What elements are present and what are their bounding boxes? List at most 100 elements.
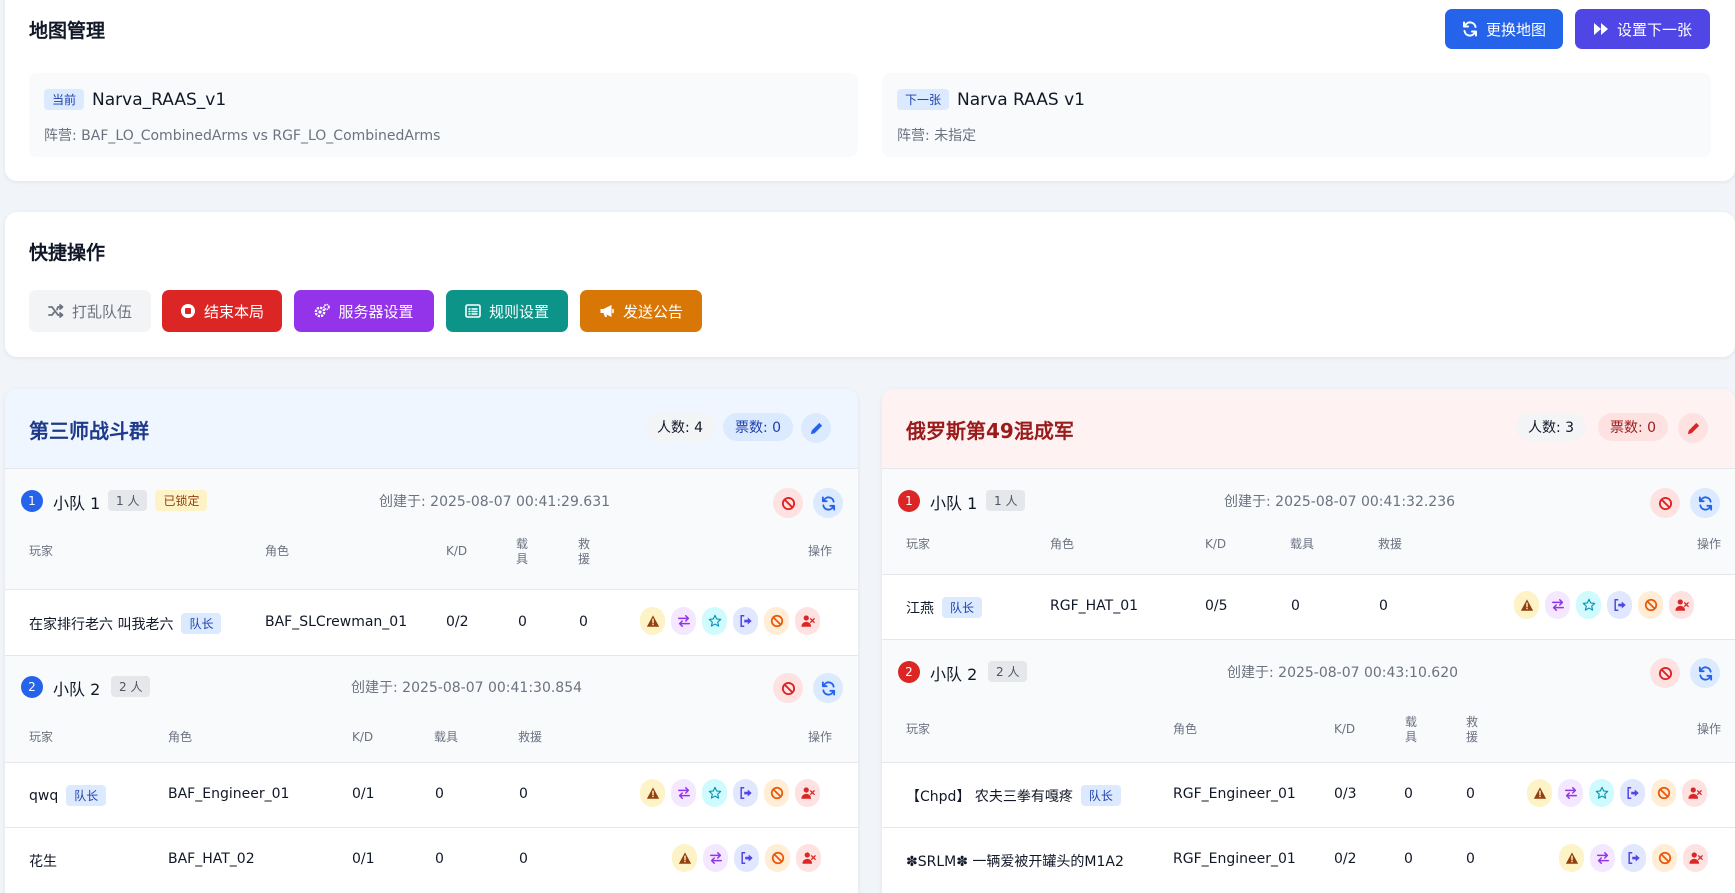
warn-player-button[interactable] [672, 844, 697, 872]
team-2-header: 俄罗斯第49混成军 人数: 3 票数: 0 [882, 389, 1735, 469]
disband-squad-button[interactable] [773, 488, 803, 518]
promote-button[interactable] [702, 779, 727, 807]
user-times-icon [1688, 786, 1702, 800]
team-1-squad-1: 1 小队 1 1 人 已锁定 创建于: 2025-08-07 00:41:29.… [5, 469, 858, 589]
move-squad-button[interactable] [734, 844, 759, 872]
bullhorn-icon [599, 303, 615, 319]
player-revives: 0 [579, 614, 588, 630]
ban-player-button[interactable] [764, 779, 789, 807]
promote-button[interactable] [1576, 591, 1601, 619]
sign-out-icon [740, 851, 754, 865]
refresh-squad-button[interactable] [813, 488, 843, 518]
refresh-squad-button[interactable] [813, 673, 843, 703]
squad-created-time: 创建于: 2025-08-07 00:41:30.854 [351, 680, 583, 696]
move-squad-button[interactable] [1607, 591, 1632, 619]
kick-player-button[interactable] [795, 779, 820, 807]
col-header-actions: 操作 [808, 544, 833, 558]
refresh-squad-button[interactable] [1690, 658, 1720, 688]
warn-player-button[interactable] [1514, 591, 1539, 619]
shuffle-teams-button[interactable]: 打乱队伍 [29, 290, 151, 332]
warn-player-button[interactable] [1527, 779, 1552, 807]
quick-actions-card: 快捷操作 打乱队伍 结束本局 服务器设置 规则设置 发送公告 [5, 212, 1735, 357]
promote-button[interactable] [702, 607, 727, 635]
player-revives: 0 [519, 851, 528, 867]
server-settings-button[interactable]: 服务器设置 [294, 290, 434, 332]
sign-out-icon [739, 786, 753, 800]
swap-team-button[interactable] [1558, 779, 1583, 807]
player-role: RGF_HAT_01 [1050, 598, 1139, 614]
ban-player-button[interactable] [1651, 779, 1676, 807]
team-1-edit-button[interactable] [801, 413, 831, 443]
col-header-role: 角色 [1173, 722, 1198, 736]
player-actions [1559, 844, 1708, 872]
sign-out-icon [1626, 786, 1640, 800]
sync-icon [1698, 666, 1713, 681]
sign-out-icon [1627, 851, 1641, 865]
list-alt-icon [465, 303, 481, 319]
broadcast-label: 发送公告 [622, 302, 683, 321]
move-squad-button[interactable] [1620, 779, 1645, 807]
refresh-squad-button[interactable] [1690, 488, 1720, 518]
current-map-box: 当前 Narva_RAAS_v1 阵营: BAF_LO_CombinedArms… [29, 73, 858, 157]
ban-icon [770, 786, 784, 800]
ban-player-button[interactable] [1652, 844, 1677, 872]
fast-forward-icon [1593, 21, 1609, 37]
move-squad-button[interactable] [1621, 844, 1646, 872]
player-name: 花生 [29, 854, 57, 870]
kick-player-button[interactable] [1669, 591, 1694, 619]
ban-icon [781, 681, 796, 696]
sync-icon [821, 496, 836, 511]
warn-player-button[interactable] [640, 607, 665, 635]
broadcast-button[interactable]: 发送公告 [580, 290, 702, 332]
kick-player-button[interactable] [796, 844, 821, 872]
player-name: ✽SRLM✽ 一辆爱被开罐头的M1A2 [906, 854, 1124, 870]
disband-squad-button[interactable] [773, 673, 803, 703]
team-2-panel: 俄罗斯第49混成军 人数: 3 票数: 0 1 小队 1 1 人 创建于: 20… [882, 389, 1735, 893]
change-map-button[interactable]: 更换地图 [1445, 9, 1563, 49]
move-squad-button[interactable] [733, 779, 758, 807]
user-times-icon [1689, 851, 1703, 865]
team-1-squad-2: 2 小队 2 2 人 创建于: 2025-08-07 00:41:30.854 … [5, 655, 858, 762]
move-squad-button[interactable] [733, 607, 758, 635]
next-map-faction: 阵营: 未指定 [897, 128, 977, 144]
team-2-name: 俄罗斯第49混成军 [906, 419, 1074, 443]
swap-team-button[interactable] [671, 607, 696, 635]
ban-icon [1658, 666, 1673, 681]
col-header-vehicle: 载具 [1405, 715, 1418, 744]
kick-player-button[interactable] [795, 607, 820, 635]
ban-icon [771, 851, 785, 865]
warning-icon [646, 614, 660, 628]
warn-player-button[interactable] [1559, 844, 1584, 872]
team-2-edit-button[interactable] [1678, 413, 1708, 443]
swap-team-button[interactable] [1545, 591, 1570, 619]
promote-button[interactable] [1589, 779, 1614, 807]
swap-team-button[interactable] [671, 779, 696, 807]
swap-team-button[interactable] [703, 844, 728, 872]
pencil-icon [1686, 421, 1701, 436]
player-name: 江燕 [906, 600, 934, 617]
ban-icon [770, 614, 784, 628]
col-header-revive: 救援 [1466, 715, 1479, 744]
set-next-label: 设置下一张 [1616, 20, 1692, 39]
disband-squad-button[interactable] [1650, 658, 1680, 688]
disband-squad-button[interactable] [1650, 488, 1680, 518]
ban-player-button[interactable] [764, 607, 789, 635]
ban-player-button[interactable] [1638, 591, 1663, 619]
sync-icon [821, 681, 836, 696]
kick-player-button[interactable] [1683, 844, 1708, 872]
player-row: 【Chpd】 农夫三拳有嘎疼 队长 RGF_Engineer_01 0/3 0 … [882, 762, 1735, 827]
rules-settings-button[interactable]: 规则设置 [446, 290, 568, 332]
end-round-button[interactable]: 结束本局 [162, 290, 282, 332]
player-role: BAF_Engineer_01 [168, 786, 290, 802]
squad-created-time: 创建于: 2025-08-07 00:41:32.236 [1224, 494, 1456, 510]
col-header-actions: 操作 [1697, 537, 1722, 551]
col-header-player: 玩家 [29, 544, 54, 558]
set-next-map-button[interactable]: 设置下一张 [1575, 9, 1710, 49]
warn-player-button[interactable] [640, 779, 665, 807]
kick-player-button[interactable] [1682, 779, 1707, 807]
ban-player-button[interactable] [765, 844, 790, 872]
map-management-card: 地图管理 更换地图 设置下一张 当前 Narva_RAAS_v1 阵营: BAF… [5, 0, 1735, 181]
swap-team-button[interactable] [1590, 844, 1615, 872]
ban-icon [1644, 598, 1658, 612]
player-actions [1514, 591, 1694, 619]
